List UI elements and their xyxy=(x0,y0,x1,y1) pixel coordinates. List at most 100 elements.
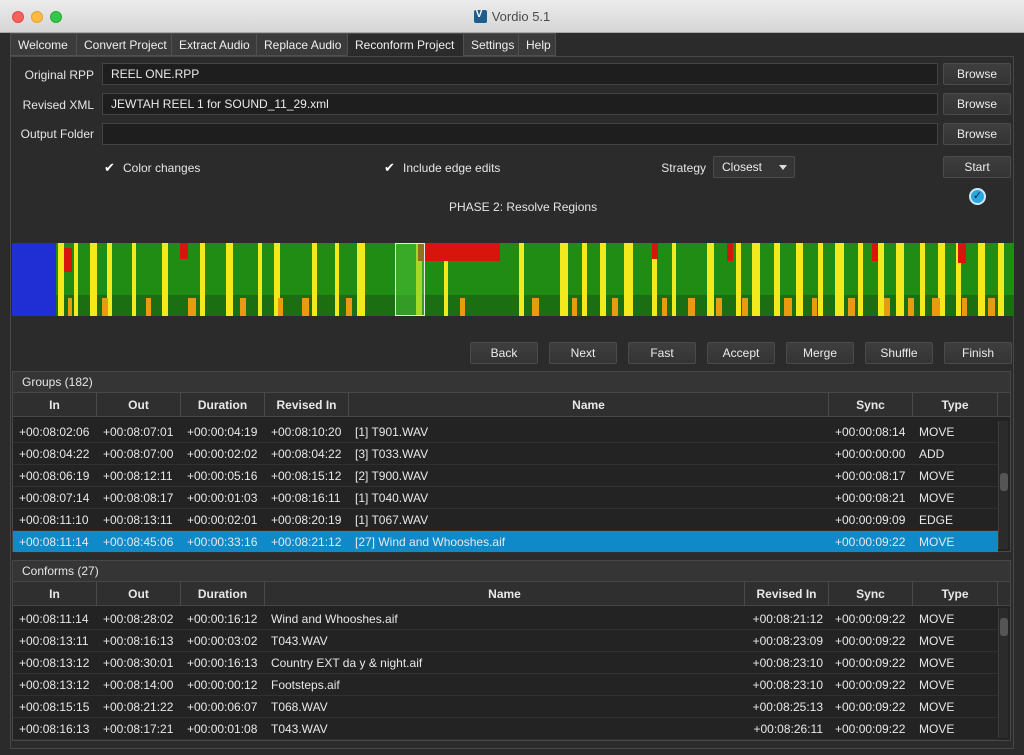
table-cell: +00:08:12:11 xyxy=(103,469,173,483)
groups-col-name[interactable]: Name xyxy=(349,393,829,417)
color-changes-checkbox[interactable]: ✔ Color changes xyxy=(104,160,200,176)
timeline-region-orange xyxy=(572,298,577,316)
table-cell: +00:08:26:11 xyxy=(753,722,823,736)
timeline-selected-region[interactable] xyxy=(395,243,425,316)
timeline-region-orange xyxy=(302,298,309,316)
conforms-col-name[interactable]: Name xyxy=(265,582,745,606)
table-cell: +00:08:23:09 xyxy=(752,634,823,648)
conforms-scrollbar[interactable] xyxy=(998,608,1008,738)
table-cell: +00:00:08:14 xyxy=(835,425,906,439)
window-title: Vordio 5.1 xyxy=(491,9,551,24)
table-cell: [1] T901.WAV xyxy=(355,425,429,439)
timeline-region-yellow xyxy=(132,243,136,316)
output-folder-label: Output Folder xyxy=(20,127,94,141)
timeline-region-orange xyxy=(146,298,151,316)
table-row[interactable]: +00:08:06:19 +00:08:12:11 +00:00:05:16 +00:… xyxy=(13,465,998,487)
timeline-region-orange xyxy=(784,298,792,316)
table-cell: MOVE xyxy=(919,469,955,483)
conforms-scroll-thumb[interactable] xyxy=(1000,618,1008,636)
table-row[interactable]: +00:08:13:12 +00:08:30:01 +00:00:16:13 Coun… xyxy=(13,652,998,674)
table-cell: +00:08:30:01 xyxy=(103,656,174,670)
include-edge-edits-checkbox[interactable]: ✔ Include edge edits xyxy=(384,160,500,176)
timeline-region-yellow xyxy=(560,243,568,316)
timeline-region-red xyxy=(727,243,733,261)
shuffle-button[interactable]: Shuffle xyxy=(865,342,933,364)
groups-col-type[interactable]: Type xyxy=(913,393,998,417)
table-row[interactable]: +00:08:11:10 +00:08:13:11 +00:00:02:01 +00:… xyxy=(13,509,998,531)
conforms-col-duration[interactable]: Duration xyxy=(181,582,265,606)
table-cell: +00:08:28:02 xyxy=(103,612,174,626)
timeline-region-orange xyxy=(612,298,618,316)
conforms-col-in[interactable]: In xyxy=(13,582,97,606)
table-row[interactable]: +00:08:15:15 +00:08:21:22 +00:00:06:07 T068… xyxy=(13,696,998,718)
timeline-region-yellow xyxy=(624,243,633,316)
browse-original-rpp-button[interactable]: Browse xyxy=(943,63,1011,85)
table-cell: +00:00:33:16 xyxy=(187,535,258,549)
timeline-region-orange xyxy=(962,298,967,316)
timeline-region-yellow xyxy=(226,243,233,316)
timeline-region-red xyxy=(652,243,658,259)
table-row[interactable]: +00:08:11:14 +00:08:28:02 +00:00:16:12 Wind… xyxy=(13,608,998,630)
strategy-select[interactable]: Closest xyxy=(713,156,795,178)
merge-button[interactable]: Merge xyxy=(786,342,854,364)
table-cell: +00:00:00:00 xyxy=(835,447,906,461)
table-cell: +00:00:16:13 xyxy=(187,656,258,670)
timeline-region-orange xyxy=(742,298,748,316)
groups-scroll-thumb[interactable] xyxy=(1000,473,1008,491)
finish-button[interactable]: Finish xyxy=(944,342,1012,364)
timeline-region-orange xyxy=(908,298,914,316)
original-rpp-field[interactable]: REEL ONE.RPP xyxy=(102,63,938,85)
table-row[interactable]: +00:08:16:13 +00:08:17:21 +00:00:01:08 T043… xyxy=(13,718,998,740)
tab-replace-audio[interactable]: Replace Audio xyxy=(256,33,348,56)
groups-col-duration[interactable]: Duration xyxy=(181,393,265,417)
timeline-region-orange xyxy=(884,298,890,316)
table-cell: +00:00:08:17 xyxy=(835,469,906,483)
output-folder-field[interactable] xyxy=(102,123,938,145)
tab-reconform-project[interactable]: Reconform Project xyxy=(347,33,464,56)
revised-xml-field[interactable]: JEWTAH REEL 1 for SOUND_11_29.xml xyxy=(102,93,938,115)
browse-output-folder-button[interactable]: Browse xyxy=(943,123,1011,145)
phase-status-text: PHASE 2: Resolve Regions xyxy=(449,200,598,214)
table-row[interactable]: +00:08:13:11 +00:08:16:13 +00:00:03:02 T043… xyxy=(13,630,998,652)
tab-settings[interactable]: Settings xyxy=(463,33,519,56)
start-button[interactable]: Start xyxy=(943,156,1011,178)
fast-button[interactable]: Fast xyxy=(628,342,696,364)
groups-scrollbar[interactable] xyxy=(998,421,1008,549)
groups-col-revised-in[interactable]: Revised In xyxy=(265,393,349,417)
groups-col-in[interactable]: In xyxy=(13,393,97,417)
timeline-region-orange xyxy=(988,298,995,316)
table-cell: +00:00:05:16 xyxy=(187,469,258,483)
conforms-col-out[interactable]: Out xyxy=(97,582,181,606)
table-cell: +00:08:07:14 xyxy=(19,491,90,505)
conforms-col-revised-in[interactable]: Revised In xyxy=(745,582,829,606)
timeline-region-yellow xyxy=(357,243,365,316)
table-row[interactable]: +00:08:04:22 +00:08:07:00 +00:00:02:02 +00:… xyxy=(13,443,998,465)
timeline-region-yellow xyxy=(519,243,524,316)
next-button[interactable]: Next xyxy=(549,342,617,364)
table-cell: MOVE xyxy=(919,722,955,736)
table-cell: MOVE xyxy=(919,491,955,505)
table-row[interactable]: +00:08:02:06 +00:08:07:01 +00:00:04:19 +00:… xyxy=(13,421,998,443)
tab-extract-audio[interactable]: Extract Audio xyxy=(171,33,257,56)
tab-convert-project[interactable]: Convert Project xyxy=(76,33,172,56)
tab-help[interactable]: Help xyxy=(518,33,556,56)
regions-timeline[interactable] xyxy=(12,243,1014,316)
groups-col-out[interactable]: Out xyxy=(97,393,181,417)
tab-welcome[interactable]: Welcome xyxy=(10,33,77,56)
browse-revised-xml-button[interactable]: Browse xyxy=(943,93,1011,115)
table-row[interactable]: +00:08:13:12 +00:08:14:00 +00:00:00:12 Foot… xyxy=(13,674,998,696)
table-cell: +00:08:07:01 xyxy=(103,425,174,439)
table-cell: Wind and Whooshes.aif xyxy=(271,612,398,626)
accept-button[interactable]: Accept xyxy=(707,342,775,364)
groups-col-sync[interactable]: Sync xyxy=(829,393,913,417)
back-button[interactable]: Back xyxy=(470,342,538,364)
table-row[interactable]: +00:08:07:14 +00:08:08:17 +00:00:01:03 +00:… xyxy=(13,487,998,509)
table-cell: +00:08:45:06 xyxy=(103,535,174,549)
status-check-icon: ✓ xyxy=(969,188,986,205)
conforms-col-sync[interactable]: Sync xyxy=(829,582,913,606)
table-row[interactable]: +00:08:11:14 +00:08:45:06 +00:00:33:16 +00:… xyxy=(13,531,998,553)
conforms-col-type[interactable]: Type xyxy=(913,582,998,606)
table-cell: Country EXT da y & night.aif xyxy=(271,656,423,670)
timeline-region-orange xyxy=(460,298,465,316)
table-cell: MOVE xyxy=(919,656,955,670)
